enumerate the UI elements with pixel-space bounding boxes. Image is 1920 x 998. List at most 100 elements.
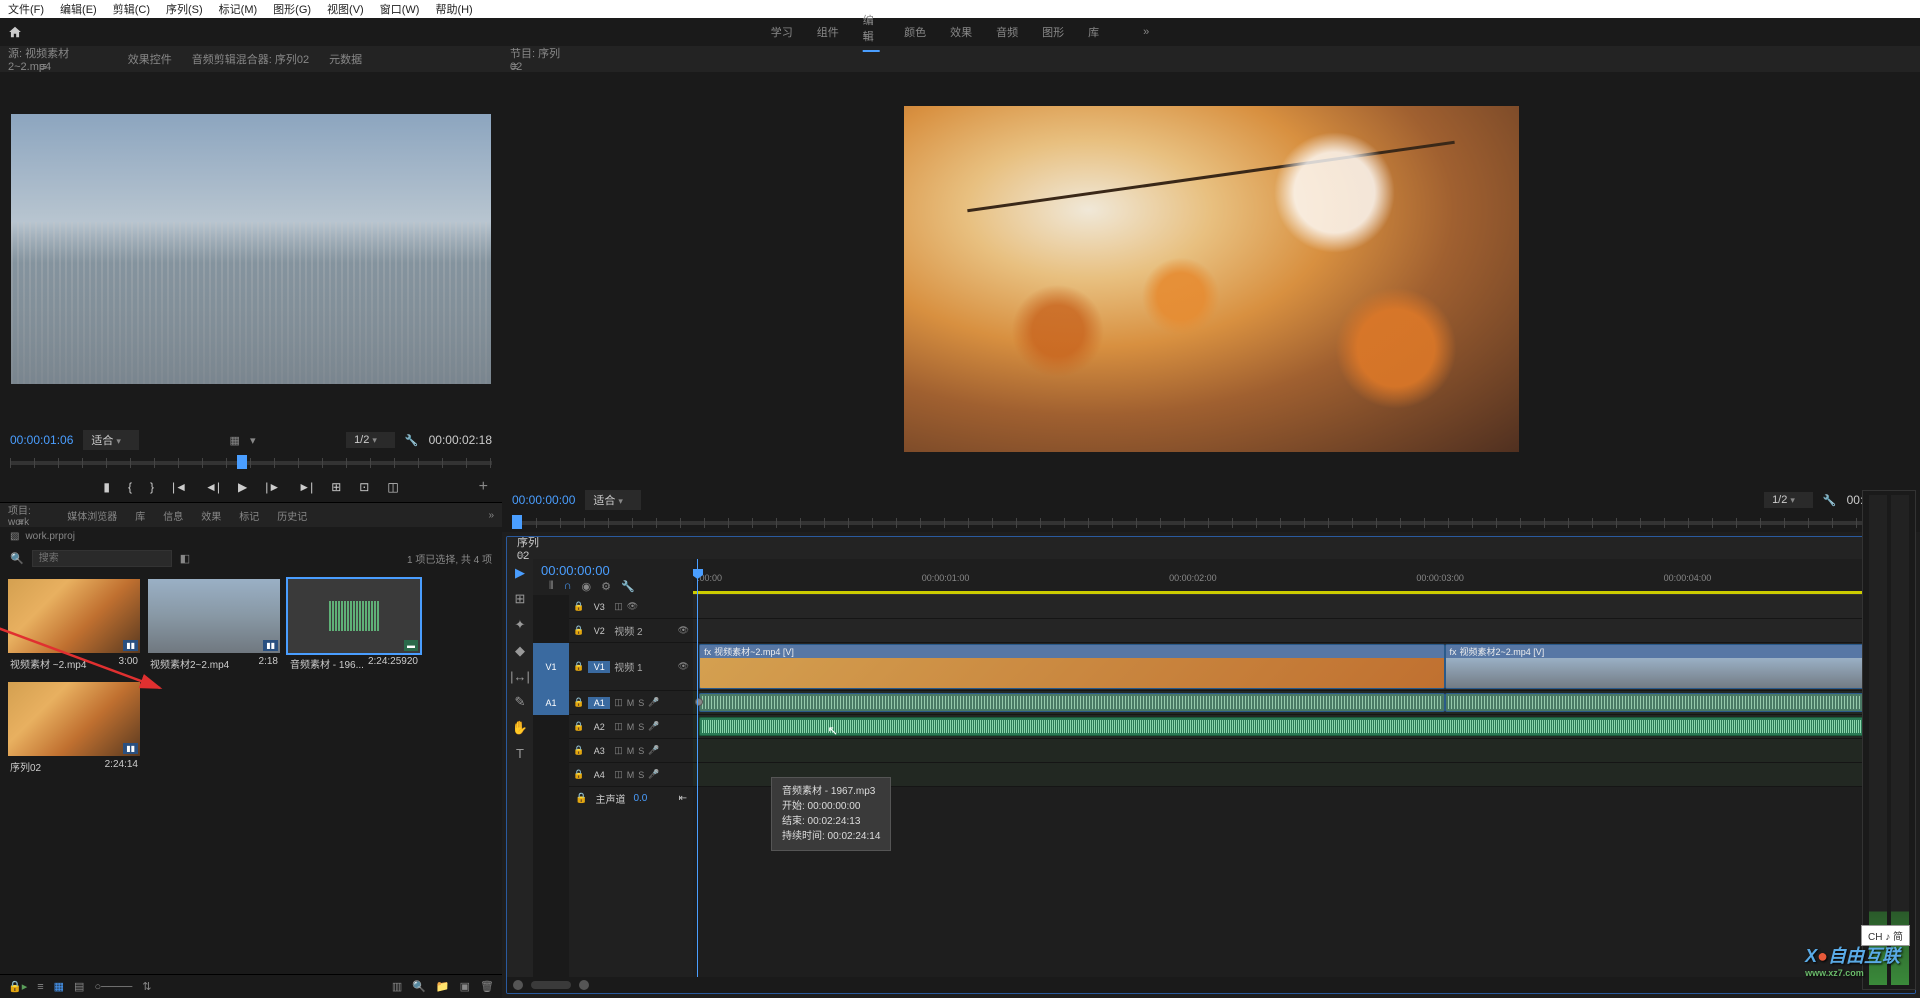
source-preview[interactable] [0, 72, 502, 426]
marker-add-icon[interactable]: ◉ [582, 580, 592, 593]
audio-meter[interactable] [1862, 490, 1916, 990]
tab-info[interactable]: 信息 [163, 508, 183, 523]
lock-icon[interactable]: 🔒 [573, 697, 584, 708]
go-to-out-icon[interactable]: ►| [298, 480, 313, 494]
workspace-menu-icon[interactable]: ≡ [863, 31, 869, 43]
clip-audio2[interactable] [699, 717, 1909, 736]
track-a3[interactable] [693, 739, 1915, 763]
lock-icon[interactable]: 🔒 [573, 661, 584, 672]
workspace-audio[interactable]: 音频 [996, 24, 1018, 40]
project-breadcrumb[interactable]: ▧ work.prproj [0, 527, 502, 546]
bin-item-sequence[interactable]: ▮▮ 序列022:24:14 [8, 682, 140, 777]
clip-audio1b[interactable] [1445, 693, 1909, 712]
workspace-library[interactable]: 库 [1088, 24, 1099, 40]
hand-tool-icon[interactable]: ✋ [512, 720, 528, 736]
export-frame-icon[interactable]: ◫ [387, 480, 398, 494]
new-bin-icon[interactable]: 📁 [436, 980, 450, 993]
tab-source[interactable]: 源: 视频素材2~2.mp4 ≡ [8, 45, 108, 73]
voice-over-icon[interactable]: 🎤 [648, 697, 659, 708]
menu-help[interactable]: 帮助(H) [435, 1, 472, 17]
insert-icon[interactable]: ⊞ [331, 480, 341, 494]
track-a1[interactable] [693, 691, 1915, 715]
program-settings-icon[interactable]: 🔧 [1823, 494, 1837, 507]
track-header-v3[interactable]: 🔒 V3 ◫ 👁 [569, 595, 693, 619]
linked-selection-icon[interactable]: ∩ [564, 580, 572, 593]
wrench-icon[interactable]: 🔧 [621, 580, 635, 593]
workspace-color[interactable]: 颜色 [904, 24, 926, 40]
trash-icon[interactable]: 🗑 [480, 980, 494, 993]
lock-icon[interactable]: 🔒 [573, 625, 584, 636]
sort-icon[interactable]: ⇅ [142, 980, 151, 993]
program-zoom-dropdown[interactable]: 适合▾ [585, 490, 641, 510]
tab-audio-mixer[interactable]: 音频剪辑混合器: 序列02 [192, 51, 309, 67]
track-header-a3[interactable]: 🔒 A3 ◫MS🎤 [569, 739, 693, 763]
track-v3[interactable] [693, 595, 1915, 619]
clip-video1[interactable]: fx视频素材~2.mp4 [V] [699, 644, 1444, 689]
zoom-slider[interactable]: ○──── [94, 981, 132, 993]
patch-a4[interactable] [533, 763, 569, 787]
workspace-overflow-icon[interactable]: » [1143, 26, 1149, 38]
marker-icon[interactable]: ▮ [103, 480, 110, 494]
timeline-ruler[interactable]: :00:00 00:00:01:00 00:00:02:00 00:00:03:… [693, 559, 1915, 595]
patch-a1[interactable]: A1 [533, 691, 569, 715]
icon-view-icon[interactable]: ▦ [54, 980, 64, 993]
freeform-view-icon[interactable]: ▤ [74, 980, 84, 993]
source-zoom-dropdown[interactable]: 适合▾ [83, 430, 139, 450]
menu-clip[interactable]: 剪辑(C) [113, 1, 150, 17]
menu-marker[interactable]: 标记(M) [219, 1, 258, 17]
pen-tool-icon[interactable]: ✎ [515, 694, 526, 710]
tab-effects[interactable]: 效果 [201, 508, 221, 523]
sync-lock-icon[interactable]: ◫ [614, 697, 623, 708]
lock-icon[interactable]: 🔒 [573, 769, 584, 780]
collapse-icon[interactable]: ⇤ [679, 793, 687, 804]
step-back-icon[interactable]: ◄| [205, 480, 220, 494]
zoom-handle-right[interactable] [579, 980, 589, 990]
track-select-tool-icon[interactable]: ⊞ [515, 591, 526, 607]
tab-effect-controls[interactable]: 效果控件 [128, 51, 172, 67]
step-forward-icon[interactable]: |► [265, 480, 280, 494]
menu-file[interactable]: 文件(F) [8, 1, 44, 17]
source-resolution-dropdown[interactable]: 1/2▾ [346, 432, 395, 448]
play-icon[interactable]: ▶ [238, 480, 247, 494]
tab-metadata[interactable]: 元数据 [329, 51, 362, 67]
track-a2[interactable]: ↖ [693, 715, 1915, 739]
tab-media-browser[interactable]: 媒体浏览器 [67, 508, 117, 523]
menubar[interactable]: 文件(F) 编辑(E) 剪辑(C) 序列(S) 标记(M) 图形(G) 视图(V… [0, 0, 1920, 18]
bin-item-video2[interactable]: ▮▮ 视频素材2~2.mp42:18 [148, 579, 280, 674]
source-scrubber[interactable] [0, 454, 502, 472]
tab-history[interactable]: 历史记 [277, 508, 307, 523]
list-view-icon[interactable]: ≡ [37, 981, 43, 993]
track-header-a1[interactable]: 🔒 A1 ◫ M S 🎤 [569, 691, 693, 715]
timeline-content[interactable]: :00:00 00:00:01:00 00:00:02:00 00:00:03:… [693, 559, 1915, 977]
program-scrubber[interactable] [502, 514, 1920, 532]
snap-icon[interactable]: ⫴ [549, 580, 554, 593]
workspace-editing[interactable]: 编辑 ≡ [863, 12, 880, 52]
bin-item-video1[interactable]: ▮▮ 视频素材 ~2.mp43:00 [8, 579, 140, 674]
eye-icon[interactable]: 👁 [678, 661, 689, 672]
search-input[interactable] [32, 550, 172, 567]
timeline-scrollbar[interactable] [507, 977, 1915, 993]
eye-icon[interactable]: 👁 [627, 601, 638, 612]
patch-v2[interactable] [533, 619, 569, 643]
workspace-effects[interactable]: 效果 [950, 24, 972, 40]
auto-sequence-icon[interactable]: ▥ [392, 980, 402, 993]
workspace-assembly[interactable]: 组件 [817, 24, 839, 40]
sync-lock-icon[interactable]: ◫ [614, 601, 623, 612]
tabs-overflow-icon[interactable]: » [488, 510, 494, 521]
workspace-graphics[interactable]: 图形 [1042, 24, 1064, 40]
tab-libraries[interactable]: 库 [135, 508, 145, 523]
track-header-a4[interactable]: 🔒 A4 ◫MS🎤 [569, 763, 693, 787]
menu-view[interactable]: 视图(V) [327, 1, 364, 17]
menu-sequence[interactable]: 序列(S) [166, 1, 203, 17]
slip-tool-icon[interactable]: |↔| [510, 669, 530, 684]
lock-icon[interactable]: 🔒 [573, 721, 584, 732]
track-header-v1[interactable]: 🔒 V1 视频 1 👁 [569, 643, 693, 691]
solo-icon[interactable]: S [638, 698, 644, 708]
tab-program[interactable]: 节目: 序列02 ≡ [510, 45, 568, 73]
out-point-icon[interactable]: } [150, 480, 154, 494]
ime-indicator[interactable]: CH ♪ 简 [1861, 925, 1910, 946]
project-bins[interactable]: ▮▮ 视频素材 ~2.mp43:00 ▮▮ 视频素材2~2.mp42:18 ▬ … [0, 571, 502, 974]
track-v2[interactable] [693, 619, 1915, 643]
patch-a3[interactable] [533, 739, 569, 763]
eye-icon[interactable]: 👁 [678, 625, 689, 636]
